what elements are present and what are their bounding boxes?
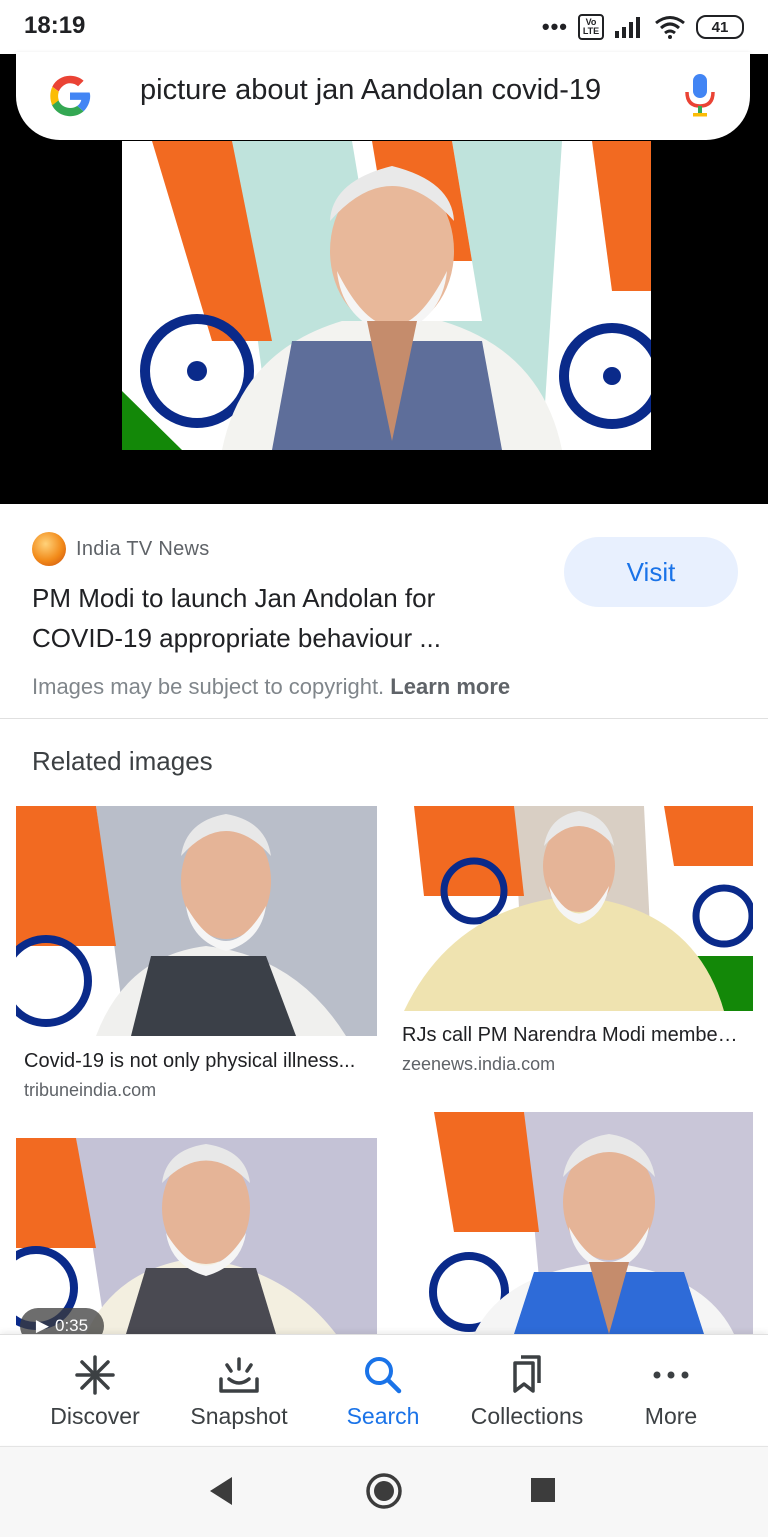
notification-dots-icon: ••• — [541, 14, 568, 39]
result-title[interactable]: PM Modi to launch Jan Andolan for COVID-… — [32, 578, 532, 658]
nav-search[interactable]: Search — [308, 1353, 458, 1430]
learn-more-link[interactable]: Learn more — [390, 674, 510, 699]
nav-label-more: More — [644, 1403, 698, 1429]
snapshot-icon — [219, 1357, 259, 1393]
nav-label-discover: Discover — [50, 1403, 140, 1429]
collections-icon — [513, 1355, 541, 1393]
related-domain-2: zeenews.india.com — [402, 1054, 556, 1074]
related-caption-2[interactable]: RJs call PM Narendra Modi members... — [402, 1024, 744, 1047]
status-bar: 18:19 ••• Vo LTE 41 — [0, 0, 768, 54]
image-viewer: picture about jan Aandolan covid-19 — [0, 52, 768, 504]
related-domain-1: tribuneindia.com — [24, 1080, 157, 1100]
battery-icon: 41 — [696, 15, 744, 39]
play-icon: ▶ — [35, 1316, 49, 1335]
nav-label-collections: Collections — [470, 1403, 584, 1429]
divider — [0, 718, 768, 719]
visit-button[interactable]: Visit — [564, 537, 738, 607]
search-query[interactable]: picture about jan Aandolan covid-19 — [140, 74, 636, 107]
bottom-navigation: Discover Snapshot Search Collections Mor… — [0, 1334, 768, 1445]
more-icon — [653, 1371, 689, 1379]
nav-label-snapshot: Snapshot — [190, 1403, 288, 1429]
microphone-icon[interactable] — [682, 70, 718, 118]
copyright-text: Images may be subject to copyright. — [32, 674, 385, 699]
search-bar[interactable]: picture about jan Aandolan covid-19 — [16, 52, 750, 140]
related-image-4[interactable] — [394, 1112, 753, 1334]
related-image-2[interactable] — [394, 806, 753, 1011]
related-image-1[interactable] — [16, 806, 377, 1036]
wifi-icon — [655, 16, 685, 39]
volte-icon: Vo LTE — [578, 14, 604, 40]
back-icon[interactable] — [208, 1475, 236, 1507]
copyright-notice: Images may be subject to copyright. Lear… — [32, 674, 510, 700]
main-result-image[interactable] — [122, 141, 651, 450]
home-icon[interactable] — [364, 1471, 404, 1511]
signal-icon — [615, 17, 640, 38]
video-duration: 0:35 — [54, 1316, 89, 1335]
nav-discover[interactable]: Discover — [20, 1353, 170, 1430]
nav-more[interactable]: More — [596, 1353, 746, 1430]
recents-icon[interactable] — [530, 1477, 556, 1503]
google-logo-icon — [50, 75, 91, 117]
system-navigation-bar — [0, 1446, 768, 1537]
related-caption-1[interactable]: Covid-19 is not only physical illness... — [24, 1050, 370, 1073]
nav-label-search: Search — [346, 1403, 420, 1429]
nav-collections[interactable]: Collections — [452, 1353, 602, 1430]
status-time: 18:19 — [24, 12, 86, 39]
nav-snapshot[interactable]: Snapshot — [164, 1353, 314, 1430]
source-name[interactable]: India TV News — [76, 538, 210, 561]
search-icon — [365, 1357, 402, 1394]
status-icons: ••• Vo LTE 41 — [542, 12, 744, 42]
source-logo-icon — [32, 532, 66, 566]
related-image-3[interactable] — [16, 1138, 377, 1334]
discover-icon — [75, 1355, 115, 1395]
related-images-heading: Related images — [32, 746, 213, 776]
